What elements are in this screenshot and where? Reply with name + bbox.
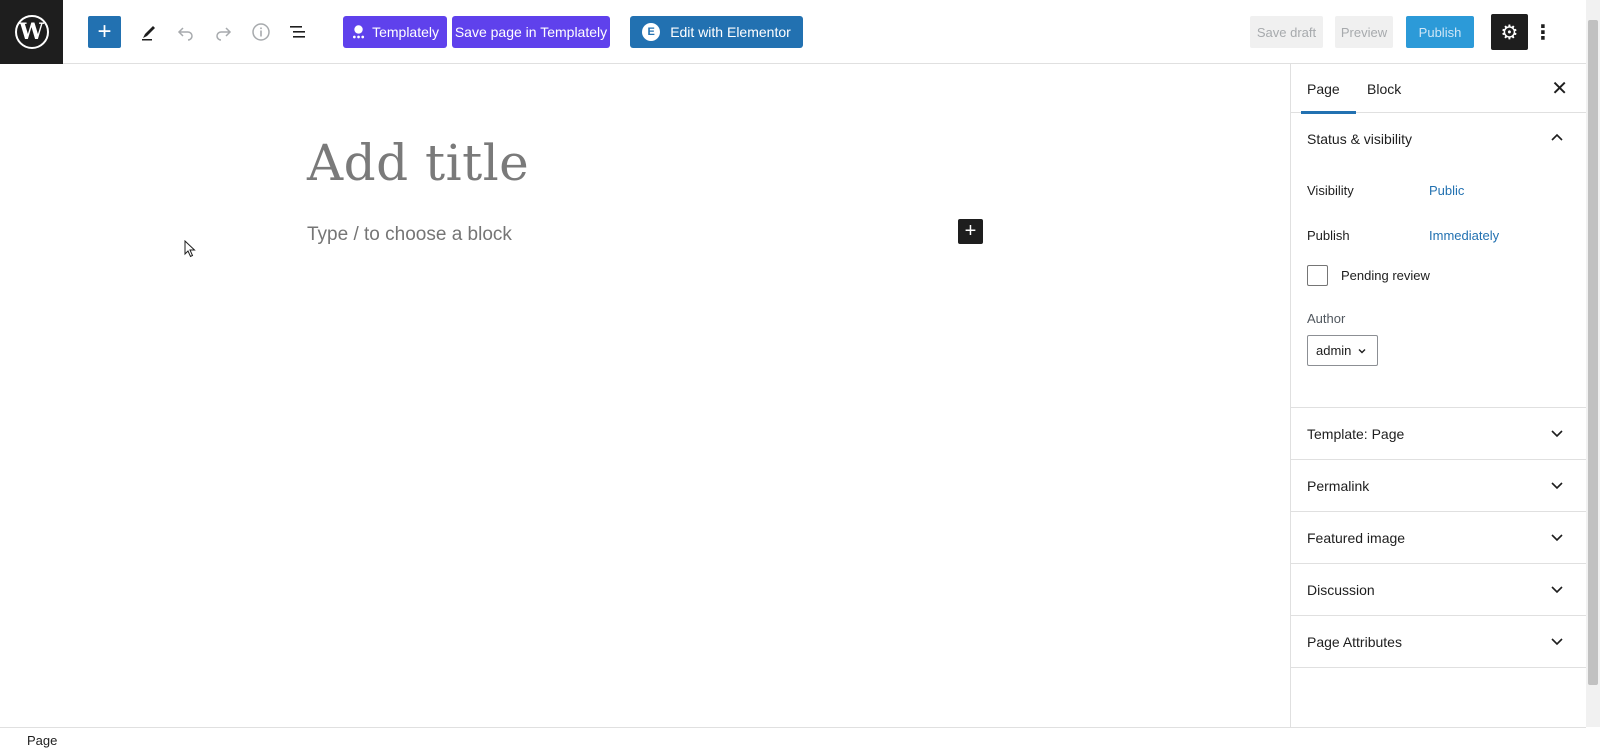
plus-icon: + [964, 220, 977, 242]
pending-review-label: Pending review [1341, 268, 1430, 283]
preview-button[interactable]: Preview [1335, 16, 1393, 48]
panel-title: Featured image [1307, 529, 1406, 546]
block-breadcrumb-footer: Page [0, 727, 1586, 752]
publish-row: Publish Immediately [1307, 228, 1499, 243]
panel-title: Page Attributes [1307, 633, 1402, 650]
plus-icon: + [97, 18, 112, 45]
chevron-down-icon [1551, 638, 1563, 646]
author-select[interactable]: admin [1307, 335, 1378, 366]
chevron-down-icon [1551, 586, 1563, 594]
close-icon: ✕ [1551, 78, 1568, 100]
chevron-down-icon [1551, 482, 1563, 490]
details-button[interactable] [245, 16, 277, 48]
block-inserter-button[interactable]: + [88, 16, 121, 48]
undo-icon [177, 27, 193, 41]
breadcrumb[interactable]: Page [27, 733, 57, 748]
close-sidebar-button[interactable]: ✕ [1551, 76, 1568, 101]
pencil-icon [142, 26, 155, 41]
featured-image-panel-toggle[interactable]: Featured image [1291, 512, 1586, 564]
post-title-input[interactable]: Add title [307, 134, 529, 192]
chevron-down-icon [1551, 534, 1563, 542]
panel-title: Status & visibility [1307, 131, 1413, 147]
status-visibility-panel: Status & visibility Visibility Public Pu… [1291, 113, 1586, 408]
save-draft-button[interactable]: Save draft [1250, 16, 1323, 48]
editor-canvas[interactable]: Add title Type / to choose a block + [0, 64, 1290, 727]
page-scrollbar[interactable] [1586, 0, 1600, 727]
publish-button[interactable]: Publish [1406, 16, 1474, 48]
tab-page[interactable]: Page [1301, 64, 1356, 114]
list-view-button[interactable] [282, 16, 314, 48]
templately-label: Templately [372, 24, 439, 40]
page-attributes-panel-toggle[interactable]: Page Attributes [1291, 616, 1586, 668]
wordpress-logo-icon[interactable]: W [0, 0, 63, 64]
block-editor: W + Templately Save page in Templately E… [0, 0, 1600, 752]
templately-button[interactable]: Templately [343, 16, 447, 48]
scrollbar-thumb[interactable] [1588, 20, 1598, 685]
info-icon [252, 23, 270, 41]
mouse-cursor-icon [184, 240, 196, 258]
author-value: admin [1316, 343, 1352, 358]
elementor-icon: E [642, 23, 661, 41]
publish-label: Publish [1307, 228, 1350, 243]
chevron-down-icon [1358, 348, 1366, 353]
add-block-button[interactable]: + [958, 219, 983, 244]
elementor-label: Edit with Elementor [670, 24, 791, 40]
template-panel-toggle[interactable]: Template: Page [1291, 408, 1586, 460]
visibility-row: Visibility Public [1307, 183, 1464, 198]
wordpress-w-icon: W [14, 15, 49, 49]
chevron-down-icon [1551, 430, 1563, 438]
permalink-panel-toggle[interactable]: Permalink [1291, 460, 1586, 512]
list-view-icon [290, 26, 305, 38]
undo-button[interactable] [170, 16, 202, 48]
tools-button[interactable] [133, 16, 165, 48]
settings-button[interactable]: ⚙ [1491, 14, 1528, 50]
edit-with-elementor-button[interactable]: E Edit with Elementor [630, 16, 803, 48]
settings-sidebar: Page Block ✕ Status & visibility Visibil… [1290, 64, 1586, 727]
status-visibility-toggle[interactable]: Status & visibility [1291, 113, 1586, 165]
editor-toolbar: W + Templately Save page in Templately E… [0, 0, 1586, 64]
default-block-appender[interactable]: Type / to choose a block [307, 224, 512, 246]
publish-date-toggle[interactable]: Immediately [1429, 228, 1499, 243]
visibility-toggle[interactable]: Public [1429, 183, 1464, 198]
redo-button[interactable] [207, 16, 239, 48]
panel-title: Discussion [1307, 581, 1375, 598]
gear-icon: ⚙ [1500, 21, 1519, 44]
chevron-up-icon [1551, 133, 1563, 141]
options-button[interactable]: ⋮ [1533, 16, 1553, 48]
templately-icon [353, 25, 365, 39]
visibility-label: Visibility [1307, 183, 1354, 198]
sidebar-tabs: Page Block ✕ [1291, 64, 1586, 114]
save-in-templately-button[interactable]: Save page in Templately [452, 16, 610, 48]
more-vertical-icon: ⋮ [1533, 21, 1553, 44]
panel-title: Permalink [1307, 477, 1370, 494]
author-label: Author [1307, 311, 1346, 326]
panel-title: Template: Page [1307, 425, 1405, 442]
tab-block[interactable]: Block [1367, 64, 1401, 113]
pending-review-checkbox[interactable] [1307, 265, 1328, 286]
discussion-panel-toggle[interactable]: Discussion [1291, 564, 1586, 616]
redo-icon [216, 27, 232, 41]
